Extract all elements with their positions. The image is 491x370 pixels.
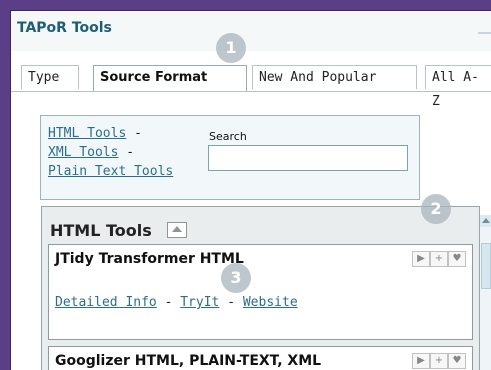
window-title: TAPoR Tools	[17, 20, 112, 36]
favorite-icon[interactable]: ♥	[448, 353, 466, 369]
minimize-icon[interactable]	[476, 21, 491, 34]
xml-tools-line: XML Tools -	[48, 143, 198, 162]
search-label: Search	[209, 130, 247, 143]
play-icon[interactable]: ▶	[412, 353, 430, 369]
step-badge-2: 2	[421, 194, 451, 224]
detailed-info-link[interactable]: Detailed Info	[55, 295, 157, 310]
favorite-icon[interactable]: ♥	[448, 251, 466, 267]
tab-type[interactable]: Type	[21, 65, 79, 89]
plain-text-tools-line: Plain Text Tools	[48, 162, 198, 181]
step-badge-3: 3	[221, 263, 251, 293]
search-input[interactable]	[208, 145, 408, 171]
xml-tools-link[interactable]: XML Tools	[48, 145, 118, 160]
vertical-scrollbar[interactable]	[480, 215, 491, 370]
plain-text-tools-link[interactable]: Plain Text Tools	[48, 164, 173, 179]
tab-strip: Type Source Format New And Popular All A…	[11, 65, 491, 109]
tool-links-list: HTML Tools - XML Tools - Plain Text Tool…	[48, 124, 198, 181]
scroll-thumb[interactable]	[481, 243, 491, 289]
html-tools-panel: HTML Tools JTidy Transformer HTML ▶ + ♥ …	[41, 206, 480, 370]
html-tools-link[interactable]: HTML Tools	[48, 126, 126, 141]
website-link[interactable]: Website	[243, 295, 298, 310]
html-tools-line: HTML Tools -	[48, 124, 198, 143]
tab-divider	[11, 91, 491, 92]
play-icon[interactable]: ▶	[412, 251, 430, 267]
section-title: HTML Tools	[50, 221, 152, 240]
tryit-link[interactable]: TryIt	[180, 295, 219, 310]
tool-detail-links: Detailed Info - TryIt - Website	[55, 295, 298, 310]
collapse-icon[interactable]	[167, 222, 187, 238]
tool-links-panel: HTML Tools - XML Tools - Plain Text Tool…	[40, 115, 420, 200]
step-badge-1: 1	[216, 33, 246, 63]
window-titlebar: TAPoR Tools	[11, 11, 491, 51]
tab-all-a-z[interactable]: All A-Z	[425, 65, 491, 109]
tool-actions: ▶ + ♥	[412, 353, 466, 369]
tab-source-format[interactable]: Source Format	[93, 65, 247, 91]
tool-card: Googlizer HTML, PLAIN-TEXT, XML ▶ + ♥	[48, 346, 473, 370]
tab-new-and-popular[interactable]: New And Popular	[252, 65, 417, 89]
link-separator: -	[126, 145, 135, 160]
add-icon[interactable]: +	[430, 251, 448, 267]
scroll-up-icon[interactable]	[480, 215, 491, 227]
link-separator: -	[134, 126, 142, 141]
tool-card: JTidy Transformer HTML ▶ + ♥ Detailed In…	[48, 244, 473, 340]
tool-name: JTidy Transformer HTML	[55, 251, 244, 267]
detail-separator: -	[227, 295, 236, 310]
tool-actions: ▶ + ♥	[412, 251, 466, 267]
tapor-tools-window: TAPoR Tools Type Source Format New And P…	[10, 10, 491, 370]
add-icon[interactable]: +	[430, 353, 448, 369]
tool-name: Googlizer HTML, PLAIN-TEXT, XML	[55, 353, 322, 369]
detail-separator: -	[164, 295, 173, 310]
